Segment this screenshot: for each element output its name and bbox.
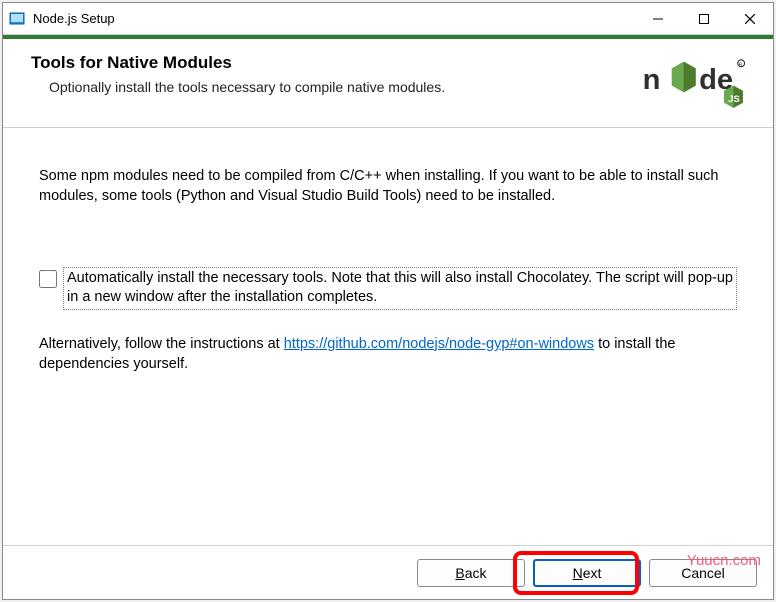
back-button[interactable]: Back	[417, 559, 525, 587]
wizard-footer: Back Next Cancel	[3, 545, 773, 599]
svg-text:JS: JS	[728, 93, 740, 104]
auto-install-checkbox[interactable]	[39, 270, 57, 288]
window-controls	[635, 3, 773, 34]
close-button[interactable]	[727, 3, 773, 34]
wizard-content: Some npm modules need to be compiled fro…	[3, 128, 773, 545]
svg-text:R: R	[739, 62, 743, 68]
intro-text: Some npm modules need to be compiled fro…	[39, 166, 737, 207]
minimize-button[interactable]	[635, 3, 681, 34]
app-icon	[9, 11, 25, 27]
alt-prefix: Alternatively, follow the instructions a…	[39, 336, 284, 352]
header-text: Tools for Native Modules Optionally inst…	[31, 53, 445, 95]
wizard-header: Tools for Native Modules Optionally inst…	[3, 39, 773, 128]
alternative-text: Alternatively, follow the instructions a…	[39, 334, 737, 375]
cancel-button[interactable]: Cancel	[649, 559, 757, 587]
svg-text:n: n	[643, 64, 661, 96]
window-title: Node.js Setup	[33, 11, 635, 26]
auto-install-label[interactable]: Automatically install the necessary tool…	[63, 267, 737, 310]
titlebar: Node.js Setup	[3, 3, 773, 35]
nodejs-logo: n de JS R	[639, 53, 749, 113]
maximize-button[interactable]	[681, 3, 727, 34]
auto-install-row: Automatically install the necessary tool…	[39, 267, 737, 310]
node-gyp-link[interactable]: https://github.com/nodejs/node-gyp#on-wi…	[284, 336, 594, 352]
page-title: Tools for Native Modules	[31, 53, 445, 73]
next-button[interactable]: Next	[533, 559, 641, 587]
installer-window: Node.js Setup Tools for Native Modules O…	[2, 2, 774, 600]
page-subtitle: Optionally install the tools necessary t…	[49, 79, 445, 95]
